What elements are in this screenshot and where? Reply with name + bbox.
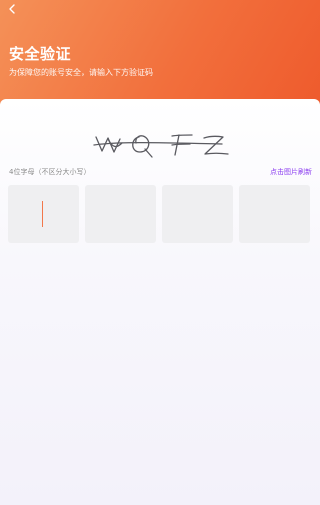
code-input-1[interactable] [8, 185, 79, 243]
code-input-group [8, 185, 312, 243]
captcha-hint: 4位字母（不区分大小写） [9, 168, 91, 176]
page-title: 安全验证 [9, 45, 72, 63]
captcha-image[interactable] [12, 121, 308, 165]
code-input-2[interactable] [85, 185, 156, 243]
back-button[interactable] [4, 1, 20, 17]
code-input-4[interactable] [239, 185, 310, 243]
refresh-captcha-link[interactable]: 点击图片刷新 [270, 167, 312, 177]
text-cursor [42, 201, 43, 227]
code-input-3[interactable] [162, 185, 233, 243]
chevron-left-icon [9, 4, 15, 14]
page-subtitle: 为保障您的账号安全，请输入下方验证码 [9, 68, 153, 77]
verification-panel: 4位字母（不区分大小写） 点击图片刷新 [0, 99, 320, 505]
